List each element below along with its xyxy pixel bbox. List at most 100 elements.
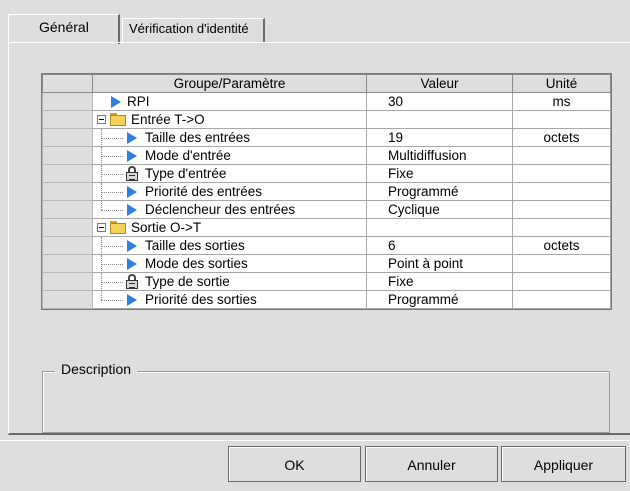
apply-button[interactable]: Appliquer xyxy=(501,446,626,482)
column-header-unit[interactable]: Unité xyxy=(512,74,611,93)
parameter-value[interactable]: Fixe xyxy=(366,272,513,291)
parameter-arrow-icon xyxy=(127,258,137,270)
cancel-button[interactable]: Annuler xyxy=(365,446,498,482)
parameter-name-cell[interactable]: Mode des sorties xyxy=(92,254,367,273)
parameter-row[interactable]: Priorité des entrées Programmé xyxy=(42,182,611,201)
parameter-row[interactable]: Mode d'entrée Multidiffusion xyxy=(42,146,611,165)
row-header[interactable] xyxy=(42,92,93,111)
parameter-name-cell[interactable]: Priorité des sorties xyxy=(92,290,367,309)
group-row[interactable]: Entrée T->O xyxy=(42,110,611,129)
parameter-name-cell[interactable]: Taille des sorties xyxy=(92,236,367,255)
lock-icon xyxy=(125,274,139,290)
lock-icon xyxy=(125,166,139,182)
parameter-value[interactable]: 19 xyxy=(366,128,513,147)
parameter-name: Priorité des entrées xyxy=(145,184,263,199)
parameter-value[interactable]: Fixe xyxy=(366,164,513,183)
parameter-name-cell[interactable]: Taille des entrées xyxy=(92,128,367,147)
parameter-value[interactable] xyxy=(366,110,513,129)
parameter-name-cell[interactable]: Type de sortie xyxy=(92,272,367,291)
parameter-name: Déclencheur des entrées xyxy=(145,202,296,217)
parameter-unit xyxy=(512,164,611,183)
group-row[interactable]: Sortie O->T xyxy=(42,218,611,237)
row-header[interactable] xyxy=(42,218,93,237)
row-header[interactable] xyxy=(42,164,93,183)
row-header[interactable] xyxy=(42,272,93,291)
row-header[interactable] xyxy=(42,110,93,129)
parameter-value[interactable] xyxy=(366,218,513,237)
folder-icon xyxy=(110,113,126,126)
parameter-arrow-icon xyxy=(127,132,137,144)
row-header[interactable] xyxy=(42,200,93,219)
parameter-value[interactable]: 30 xyxy=(366,92,513,111)
parameter-name: Mode des sorties xyxy=(145,256,248,271)
parameter-value[interactable]: Point à point xyxy=(366,254,513,273)
parameter-unit: octets xyxy=(512,236,611,255)
row-header[interactable] xyxy=(42,146,93,165)
parameter-value[interactable]: Multidiffusion xyxy=(366,146,513,165)
parameter-name-cell[interactable]: Sortie O->T xyxy=(92,218,367,237)
parameter-name-cell[interactable]: Priorité des entrées xyxy=(92,182,367,201)
description-label: Description xyxy=(55,361,138,377)
parameter-name-cell[interactable]: Entrée T->O xyxy=(92,110,367,129)
parameter-unit: ms xyxy=(512,92,611,111)
parameter-arrow-icon xyxy=(111,96,121,108)
column-header-group-parameter[interactable]: Groupe/Paramètre xyxy=(92,74,367,93)
parameter-name: Taille des sorties xyxy=(145,238,245,253)
description-groupbox xyxy=(42,371,610,433)
parameter-name: Type d'entrée xyxy=(145,166,227,181)
parameter-row[interactable]: RPI 30 ms xyxy=(42,92,611,111)
tab-identity-check[interactable]: Vérification d'identité xyxy=(122,18,265,42)
parameter-row[interactable]: Taille des entrées 19 octets xyxy=(42,128,611,147)
parameter-arrow-icon xyxy=(127,204,137,216)
parameter-name: RPI xyxy=(127,94,150,109)
column-header-value[interactable]: Valeur xyxy=(366,74,513,93)
parameter-name-cell[interactable]: Mode d'entrée xyxy=(92,146,367,165)
parameter-unit xyxy=(512,254,611,273)
folder-icon xyxy=(110,221,126,234)
parameter-name: Type de sortie xyxy=(145,274,230,289)
parameter-row[interactable]: Type d'entrée Fixe xyxy=(42,164,611,183)
parameter-name-cell[interactable]: Type d'entrée xyxy=(92,164,367,183)
parameter-value[interactable]: Programmé xyxy=(366,290,513,309)
parameter-name-cell[interactable]: RPI xyxy=(92,92,367,111)
parameter-name: Sortie O->T xyxy=(131,220,202,235)
parameter-arrow-icon xyxy=(127,150,137,162)
parameter-name: Taille des entrées xyxy=(145,130,251,145)
parameter-unit: octets xyxy=(512,128,611,147)
parameter-unit xyxy=(512,290,611,309)
row-header[interactable] xyxy=(42,182,93,201)
parameter-grid: Groupe/Paramètre Valeur Unité RPI 30 ms Ent… xyxy=(41,73,612,310)
parameter-unit xyxy=(512,146,611,165)
parameter-value[interactable]: Cyclique xyxy=(366,200,513,219)
parameter-unit xyxy=(512,272,611,291)
parameter-row[interactable]: Taille des sorties 6 octets xyxy=(42,236,611,255)
collapse-toggle-icon[interactable] xyxy=(97,115,106,124)
row-header-corner xyxy=(42,74,93,93)
row-header[interactable] xyxy=(42,236,93,255)
grid-body: RPI 30 ms Entrée T->O Taille des entrées 19 oc… xyxy=(42,92,611,309)
parameter-unit xyxy=(512,218,611,237)
parameter-unit xyxy=(512,200,611,219)
parameter-row[interactable]: Déclencheur des entrées Cyclique xyxy=(42,200,611,219)
grid-header-row: Groupe/Paramètre Valeur Unité xyxy=(42,74,611,93)
parameter-arrow-icon xyxy=(127,294,137,306)
parameter-name: Entrée T->O xyxy=(131,112,205,127)
parameter-row[interactable]: Type de sortie Fixe xyxy=(42,272,611,291)
parameter-name-cell[interactable]: Déclencheur des entrées xyxy=(92,200,367,219)
parameter-row[interactable]: Priorité des sorties Programmé xyxy=(42,290,611,309)
row-header[interactable] xyxy=(42,128,93,147)
parameter-unit xyxy=(512,182,611,201)
row-header[interactable] xyxy=(42,290,93,309)
parameter-unit xyxy=(512,110,611,129)
parameter-value[interactable]: 6 xyxy=(366,236,513,255)
parameter-name: Priorité des sorties xyxy=(145,292,257,307)
tab-general[interactable]: Général xyxy=(8,14,120,44)
parameter-value[interactable]: Programmé xyxy=(366,182,513,201)
row-header[interactable] xyxy=(42,254,93,273)
ok-button[interactable]: OK xyxy=(228,446,361,482)
parameter-row[interactable]: Mode des sorties Point à point xyxy=(42,254,611,273)
collapse-toggle-icon[interactable] xyxy=(97,223,106,232)
dialog-window: Général Vérification d'identité Groupe/P… xyxy=(0,0,630,491)
parameter-arrow-icon xyxy=(127,186,137,198)
parameter-name: Mode d'entrée xyxy=(145,148,231,163)
